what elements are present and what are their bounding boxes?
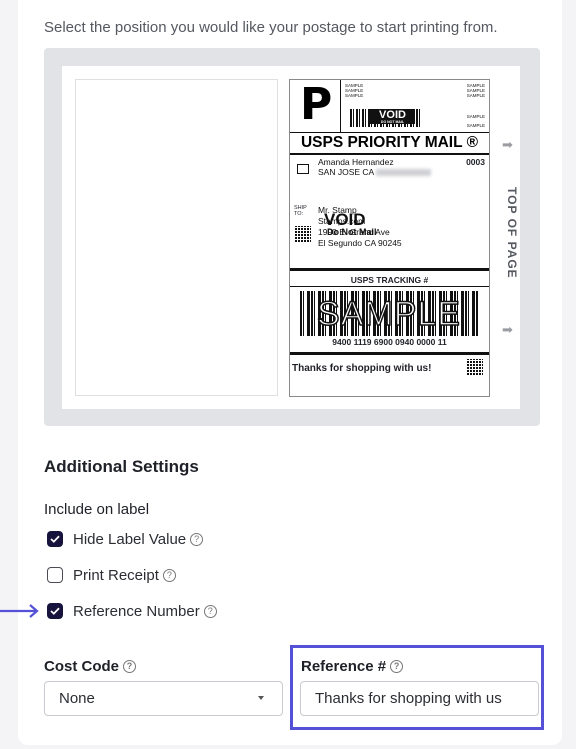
indicia-small-text-right: SAMPLE SAMPLE SAMPLE (466, 83, 485, 98)
reference-input[interactable]: Thanks for shopping with us (300, 681, 539, 716)
sample-watermark: SAMPLE (316, 294, 461, 334)
pointer-arrow-icon (0, 604, 39, 618)
checkmark-icon (50, 607, 60, 615)
ship-to-qr-code (295, 226, 311, 242)
indicia-small-text-left: SAMPLE SAMPLE SAMPLE (345, 83, 364, 98)
help-icon[interactable]: ? (190, 532, 204, 546)
help-icon[interactable]: ? (390, 660, 404, 673)
ship-to-label: SHIP TO: (294, 205, 307, 217)
caret-down-icon (258, 696, 264, 700)
hide-label-value-checkbox[interactable] (47, 531, 63, 547)
cost-code-label: Cost Code ? (44, 658, 136, 675)
help-icon[interactable]: ? (203, 604, 217, 618)
reference-label: Reference # ? (301, 658, 404, 675)
print-receipt-option[interactable]: Print Receipt ? (47, 565, 176, 585)
from-icon (297, 164, 309, 174)
service-name: USPS PRIORITY MAIL ® (290, 133, 489, 155)
label-indicia-area: P SAMPLE SAMPLE SAMPLE SAMPLE SAMPLE SAM… (290, 80, 489, 133)
help-icon[interactable]: ? (162, 568, 176, 582)
tracking-number: 9400 1119 6900 0940 0000 11 (332, 337, 447, 347)
label-qr-code (467, 359, 483, 375)
label-position-left[interactable] (75, 79, 278, 396)
print-receipt-checkbox[interactable] (47, 567, 63, 583)
void-stamp: VOID Do Not Mail (324, 210, 377, 237)
additional-settings-title: Additional Settings (44, 457, 199, 476)
position-instructions: Select the position you would like your … (44, 19, 498, 36)
postage-indicia-letter: P (300, 79, 333, 130)
hide-label-value-label: Hide Label Value (73, 530, 187, 548)
cost-code-select[interactable]: None (44, 681, 283, 716)
from-address: Amanda Hernandez SAN JOSE CA (318, 157, 432, 177)
hide-label-value-option[interactable]: Hide Label Value ? (47, 529, 204, 549)
reference-number-option[interactable]: Reference Number ? (47, 601, 217, 621)
print-receipt-label: Print Receipt (73, 566, 159, 584)
tracking-title: USPS TRACKING # (350, 275, 429, 285)
include-on-label-title: Include on label (44, 501, 150, 518)
arrow-right-icon: ➡ (502, 322, 513, 337)
label-message: Thanks for shopping with us! (292, 363, 432, 374)
top-of-page-text: TOP OF PAGE (505, 187, 519, 279)
label-position-right[interactable]: P SAMPLE SAMPLE SAMPLE SAMPLE SAMPLE SAM… (289, 79, 490, 397)
label-number: 0003 (466, 157, 485, 167)
checkmark-icon (50, 535, 60, 543)
help-icon[interactable]: ? (123, 660, 136, 673)
reference-number-checkbox[interactable] (47, 603, 63, 619)
reference-number-label: Reference Number (73, 602, 200, 620)
arrow-right-icon: ➡ (502, 137, 513, 152)
void-badge: VOID DO NOT MAIL (370, 109, 415, 124)
